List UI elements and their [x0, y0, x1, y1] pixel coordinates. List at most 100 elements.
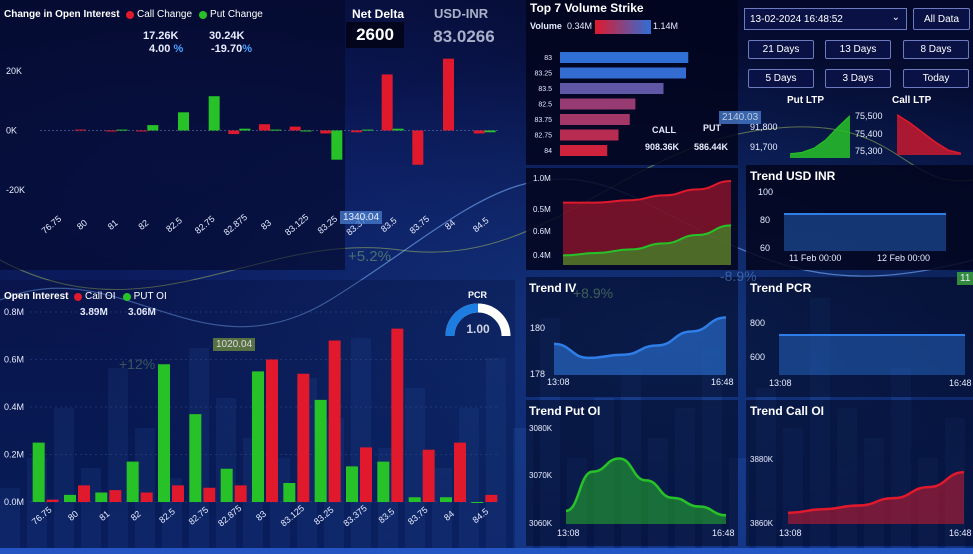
strike-label: 83.25 [534, 71, 552, 78]
y-tick-label: 20K [6, 66, 22, 76]
put-change-bar [331, 130, 343, 160]
iv-tick-2: 178 [530, 369, 546, 379]
bottom-glow [0, 548, 973, 554]
call-ltp-chart [897, 114, 961, 155]
8-days-button[interactable]: 8 Days [903, 40, 969, 59]
trend-usd-chart [784, 213, 946, 251]
legend-put-change: Put Change [210, 9, 263, 20]
call-oi-bar [78, 485, 90, 502]
iv-x-end: 16:48 [711, 377, 734, 387]
x-tick-label: 82.875 [222, 212, 250, 237]
volume-label: Volume [530, 21, 562, 31]
put-oi-bar [95, 492, 108, 502]
strike-label: 83.75 [534, 117, 552, 124]
call-change-bar [443, 58, 454, 131]
usd-inr-value: 83.0266 [433, 27, 495, 46]
put-oi-bar [377, 461, 390, 502]
call-dot [126, 10, 134, 19]
net-delta-label: Net Delta [352, 7, 405, 21]
pcr-tick-1: 800 [750, 318, 766, 328]
volume-bar [560, 114, 630, 125]
3-days-button[interactable]: 3 Days [825, 69, 891, 88]
trend-put-oi-chart [566, 457, 726, 524]
iv-x-start: 13:08 [547, 377, 570, 387]
call-oi-area [788, 472, 964, 524]
x-tick-label: 83.375 [341, 503, 369, 528]
x-tick-label: 83 [259, 218, 273, 232]
strike-label: 83.5 [538, 86, 552, 93]
put-oi-bar [314, 399, 327, 502]
x-tick-label: 81 [97, 509, 111, 523]
strike-label: 84 [544, 148, 552, 155]
overlay-pct-2: +8.9% [573, 285, 614, 301]
strike-label: 82.75 [534, 133, 552, 140]
call-change-bar [381, 74, 393, 131]
volume-gradient [595, 20, 651, 34]
call-change-bar [320, 130, 332, 134]
call-oi-x-end: 16:48 [949, 528, 972, 538]
x-tick-label: 83.125 [279, 503, 307, 528]
put-ltp-title: Put LTP [787, 95, 825, 106]
call-oi-bar [485, 494, 498, 502]
usd-tick-3: 60 [760, 243, 771, 253]
5-days-button[interactable]: 5 Days [748, 69, 814, 88]
pcr-x-start: 13:08 [769, 378, 792, 388]
put-oi-tick-2: 3070K [529, 471, 553, 480]
overlay-tag-2: 2140.03 [719, 111, 762, 124]
datetime-select[interactable]: 13-02-2024 16:48:52 ⌄ [744, 8, 907, 30]
volume-bar [560, 67, 686, 79]
put-ltp-tick-2: 91,700 [750, 142, 778, 152]
x-tick-label: 83.5 [376, 506, 396, 525]
put-change-bar [484, 130, 496, 133]
put-change-bar [270, 129, 281, 131]
volume-bar [560, 52, 689, 63]
put-oi-bar [189, 414, 202, 502]
top7-call-label: CALL [652, 125, 676, 135]
call-ltp-tick-2: 75,400 [855, 129, 883, 139]
volume-trend-chart [563, 180, 731, 265]
strike-label: 82.5 [538, 102, 552, 109]
usd-tick-1: 100 [758, 187, 774, 197]
x-tick-label: 82.5 [157, 506, 177, 525]
put-change-bar [392, 128, 404, 131]
vol-tick-2: 0.5M [533, 205, 551, 214]
21-days-button[interactable]: 21 Days [748, 40, 814, 59]
x-tick-label: 83.125 [283, 212, 311, 237]
call-oi-tick-2: 3860K [750, 519, 774, 528]
change-oi-title: Change in Open Interest [4, 9, 120, 20]
call-oi-bar [297, 373, 310, 502]
x-tick-label: 81 [106, 218, 120, 232]
x-tick-label: 76.75 [30, 505, 54, 527]
x-tick-label: 84.5 [470, 506, 490, 525]
legend-call-change: Call Change [137, 9, 193, 20]
put-oi-tick-3: 3060K [529, 519, 553, 528]
strike-label: 83 [544, 55, 552, 62]
overlay-tag-4: 11 [957, 272, 973, 285]
x-tick-label: 82 [136, 218, 150, 232]
x-tick-label: 82.75 [187, 505, 211, 527]
pcr-tick-2: 600 [750, 352, 766, 362]
put-oi-bar [64, 494, 76, 502]
put-change-bar [300, 130, 312, 132]
volume-bar [560, 129, 619, 141]
vol-tick-3: 0.6M [533, 227, 551, 236]
top7-title: Top 7 Volume Strike [530, 1, 644, 15]
x-tick-label: 84.5 [471, 215, 491, 234]
overlay-tag-1: 1340.04 [340, 211, 383, 224]
trend-put-oi-title: Trend Put OI [529, 404, 601, 418]
call-change-bar [136, 130, 148, 132]
put-change-bar [239, 128, 251, 131]
y-tick-label: 0K [6, 125, 17, 135]
x-tick-label: 83 [254, 509, 268, 523]
iv-tick-1: 180 [530, 323, 546, 333]
call-oi-bar [140, 492, 153, 502]
call-oi-bar [46, 499, 59, 502]
all-data-button[interactable]: All Data [913, 8, 970, 30]
today-button[interactable]: Today [903, 69, 969, 88]
x-tick-label: 83.75 [408, 214, 432, 236]
put-change-bar [362, 129, 373, 131]
put-oi-bar [283, 483, 296, 502]
13-days-button[interactable]: 13 Days [825, 40, 891, 59]
usd-inr-area [784, 214, 946, 251]
pcr-label: PCR [468, 290, 488, 300]
